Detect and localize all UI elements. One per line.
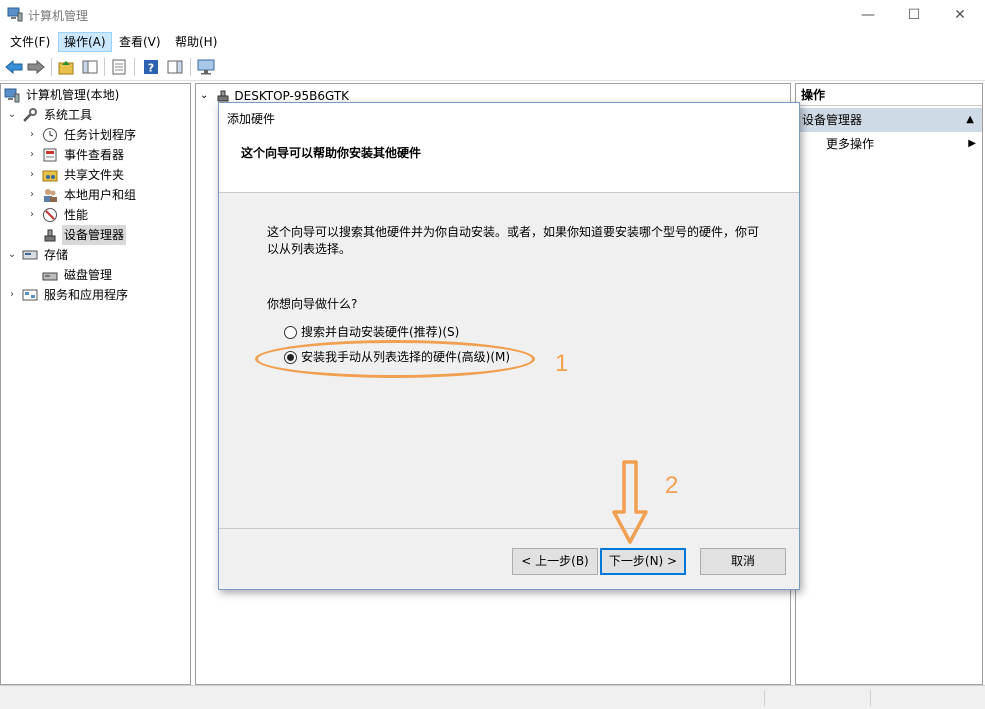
disk-icon (42, 267, 58, 283)
tree-item-label: 磁盘管理 (64, 268, 113, 282)
back-arrow-icon[interactable] (4, 57, 24, 77)
clock-icon (42, 127, 58, 143)
actions-more-item[interactable]: 更多操作 ▶ (796, 133, 982, 155)
tree-item-label: 计算机管理(本地) (26, 88, 120, 102)
option-auto-install[interactable]: 搜索并自动安装硬件(推荐)(S) (284, 323, 459, 341)
toolbar-separator (51, 58, 52, 76)
tree-item-label: 存储 (44, 248, 69, 262)
services-icon (22, 287, 38, 303)
window-title: 计算机管理 (28, 9, 89, 23)
wizard-question: 你想向导做什么? (267, 297, 358, 311)
tree-item-local-users-groups[interactable]: › 本地用户和组 (26, 185, 138, 205)
tree-item-label: 性能 (64, 208, 89, 222)
status-bar (0, 685, 985, 709)
tree-item-computer-management[interactable]: 计算机管理(本地) (4, 85, 121, 105)
forward-arrow-icon[interactable] (26, 57, 46, 77)
tree-item-event-viewer[interactable]: › 事件查看器 (26, 145, 126, 165)
tree-item-performance[interactable]: › 性能 (26, 205, 90, 225)
up-folder-icon[interactable] (56, 57, 76, 77)
chevron-down-icon[interactable]: ⌄ (6, 105, 18, 125)
help-icon[interactable]: ? (141, 57, 161, 77)
actions-more-label: 更多操作 (826, 137, 875, 151)
minimize-button[interactable]: — (845, 0, 891, 30)
wizard-heading: 这个向导可以帮助你安装其他硬件 (241, 146, 422, 160)
tree-item-device-manager[interactable]: 设备管理器 (42, 225, 127, 245)
event-viewer-icon (42, 147, 58, 163)
chevron-right-icon[interactable]: › (26, 125, 38, 145)
actions-group-device-manager[interactable]: 设备管理器 ▲ (796, 108, 982, 132)
tree-item-task-scheduler[interactable]: › 任务计划程序 (26, 125, 138, 145)
tree-item-label: 共享文件夹 (64, 168, 125, 182)
maximize-button[interactable]: ☐ (891, 0, 937, 30)
tree-item-label: 任务计划程序 (64, 128, 137, 142)
actions-group-label: 设备管理器 (802, 113, 863, 127)
tools-icon (22, 107, 38, 123)
tree-item-label: 系统工具 (44, 108, 93, 122)
storage-icon (22, 247, 38, 263)
computer-management-icon (7, 7, 23, 22)
wizard-title: 添加硬件 (227, 112, 276, 126)
toolbar: ? (0, 53, 985, 81)
chevron-right-icon[interactable]: › (26, 145, 38, 165)
menu-file[interactable]: 文件(F) (5, 32, 55, 52)
tree-item-system-tools[interactable]: ⌄ 系统工具 (6, 105, 94, 125)
tree-item-label: 本地用户和组 (64, 188, 137, 202)
shared-folder-icon (42, 167, 58, 183)
chevron-right-icon: ▶ (968, 138, 976, 149)
chevron-right-icon[interactable]: › (26, 165, 38, 185)
chevron-up-icon[interactable]: ▲ (966, 108, 974, 132)
menu-action[interactable]: 操作(A) (58, 32, 112, 52)
tree-item-shared-folders[interactable]: › 共享文件夹 (26, 165, 126, 185)
toolbar-separator (104, 58, 105, 76)
performance-icon (42, 207, 58, 223)
annotation-step-2: 2 (665, 472, 679, 499)
properties-icon[interactable] (109, 57, 129, 77)
title-bar: 计算机管理 — ☐ ✕ (0, 0, 985, 30)
chevron-down-icon[interactable]: ⌄ (6, 245, 18, 265)
option-auto-label: 搜索并自动安装硬件(推荐)(S) (301, 325, 460, 339)
menu-bar: 文件(F) 操作(A) 查看(V) 帮助(H) (0, 30, 985, 53)
computer-icon (216, 89, 230, 103)
actions-header: 操作 (796, 84, 982, 106)
radio-auto-install[interactable] (284, 325, 297, 339)
tree-item-label: 事件查看器 (64, 148, 125, 162)
users-icon (42, 187, 58, 203)
annotation-step-1: 1 (555, 350, 569, 377)
status-divider (764, 690, 765, 706)
show-hide-tree-icon[interactable] (80, 57, 100, 77)
chevron-right-icon[interactable]: › (26, 205, 38, 225)
cancel-button[interactable]: 取消 (700, 548, 786, 575)
chevron-right-icon[interactable]: › (26, 185, 38, 205)
wizard-description: 这个向导可以搜索其他硬件并为你自动安装。或者，如果你知道要安装哪个型号的硬件，你… (267, 225, 760, 256)
tree-item-disk-management[interactable]: 磁盘管理 (42, 265, 114, 285)
tree-item-services-apps[interactable]: › 服务和应用程序 (6, 285, 130, 305)
status-divider (870, 690, 871, 706)
tree-item-storage[interactable]: ⌄ 存储 (6, 245, 70, 265)
toolbar-separator (134, 58, 135, 76)
computer-management-icon (4, 87, 20, 103)
annotation-highlight-ellipse (255, 340, 535, 378)
actions-pane: 操作 设备管理器 ▲ 更多操作 ▶ (795, 83, 983, 685)
chevron-down-icon[interactable]: ⌄ (200, 87, 208, 105)
menu-help[interactable]: 帮助(H) (170, 32, 222, 52)
back-button[interactable]: < 上一步(B) (512, 548, 598, 575)
wizard-header: 添加硬件 这个向导可以帮助你安装其他硬件 (219, 103, 799, 193)
device-manager-icon (42, 227, 58, 243)
menu-view[interactable]: 查看(V) (114, 32, 166, 52)
annotation-down-arrow-icon (612, 460, 648, 544)
monitor-icon[interactable] (196, 57, 216, 77)
wizard-divider (219, 528, 799, 529)
tree-item-label: 设备管理器 (62, 225, 127, 245)
tree-item-label: 服务和应用程序 (44, 288, 129, 302)
toolbar-separator (190, 58, 191, 76)
console-tree: 计算机管理(本地) ⌄ 系统工具 › 任务计划程序 › 事件查看器 › 共享文件… (0, 83, 191, 685)
show-hide-action-pane-icon[interactable] (165, 57, 185, 77)
close-button[interactable]: ✕ (937, 0, 983, 30)
next-button[interactable]: 下一步(N) > (600, 548, 686, 575)
chevron-right-icon[interactable]: › (6, 285, 18, 305)
svg-text:?: ? (148, 62, 154, 75)
